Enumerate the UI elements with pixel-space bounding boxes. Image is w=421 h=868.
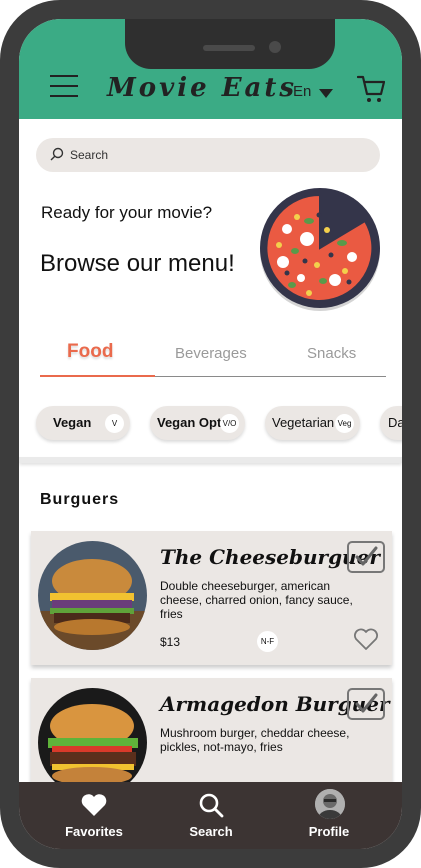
nav-label: Favorites — [65, 824, 123, 839]
phone-frame: Movie Eats En Ready for your movie? Brow… — [0, 0, 421, 868]
tab-beverages[interactable]: Beverages — [175, 345, 247, 362]
hero-headline: Browse our menu! — [40, 250, 235, 277]
front-camera — [269, 41, 281, 53]
active-tab-indicator — [40, 375, 155, 377]
section-divider — [19, 457, 402, 463]
nav-profile[interactable]: Profile — [284, 789, 374, 846]
diet-badge: Veg — [335, 414, 354, 433]
search-bar[interactable] — [36, 138, 380, 172]
item-description: Double cheeseburger, american cheese, ch… — [160, 579, 353, 621]
filter-chip-label: Vegan — [53, 415, 92, 430]
menu-icon[interactable] — [50, 75, 78, 97]
select-checkbox[interactable] — [347, 541, 385, 573]
select-checkbox[interactable] — [347, 688, 385, 720]
language-selector[interactable]: En — [293, 83, 311, 100]
diet-badge: V — [105, 414, 124, 433]
checkmark-icon — [355, 693, 378, 713]
filter-chip-vegetarian[interactable]: Vegetarian Veg — [265, 406, 360, 440]
search-input[interactable] — [70, 144, 360, 166]
filter-chip-partial[interactable]: Da — [380, 406, 402, 440]
filter-chip-label: Da — [388, 415, 402, 430]
cart-icon[interactable] — [357, 74, 385, 104]
checkmark-icon — [355, 546, 378, 566]
item-price: $13 — [160, 635, 181, 649]
avatar — [315, 789, 345, 819]
nav-favorites[interactable]: Favorites — [49, 790, 139, 846]
filter-chip-label: Vegetarian — [272, 415, 335, 430]
app-title: Movie Eats — [107, 73, 298, 103]
filter-chips: Vegan V Vegan Opt V/O Vegetarian Veg Da — [36, 406, 402, 442]
burger-photo — [38, 541, 147, 650]
phone-notch — [125, 19, 335, 69]
search-icon — [50, 147, 64, 161]
nav-label: Search — [189, 824, 233, 839]
category-tabs: Food Beverages Snacks — [40, 339, 386, 379]
search-icon — [199, 793, 224, 818]
filter-chip-vegan-opt[interactable]: Vegan Opt V/O — [150, 406, 245, 440]
tab-food[interactable]: Food — [67, 341, 113, 363]
speaker-grille — [203, 45, 255, 51]
heart-outline-icon[interactable] — [353, 627, 379, 651]
hero-greeting: Ready for your movie? — [41, 203, 213, 222]
nav-label: Profile — [308, 824, 350, 839]
menu-item-card[interactable]: The Cheeseburguer Double cheeseburger, a… — [31, 531, 392, 665]
bottom-nav: Favorites Search Profile — [19, 782, 402, 849]
nav-search[interactable]: Search — [166, 790, 256, 846]
app-screen: Movie Eats En Ready for your movie? Brow… — [19, 19, 402, 849]
section-title: Burguers — [40, 491, 120, 508]
item-description: Mushroom burger, cheddar cheese, pickles… — [160, 726, 350, 754]
nut-free-badge: N-F — [257, 631, 278, 652]
diet-badge: V/O — [220, 414, 239, 433]
filter-chip-label: Vegan Opt — [157, 415, 222, 430]
caret-down-icon[interactable] — [319, 89, 333, 98]
pizza-illustration — [260, 188, 380, 311]
heart-icon — [81, 794, 107, 816]
burger-photo — [38, 688, 147, 797]
filter-chip-vegan[interactable]: Vegan V — [36, 406, 130, 440]
tab-snacks[interactable]: Snacks — [307, 345, 356, 362]
